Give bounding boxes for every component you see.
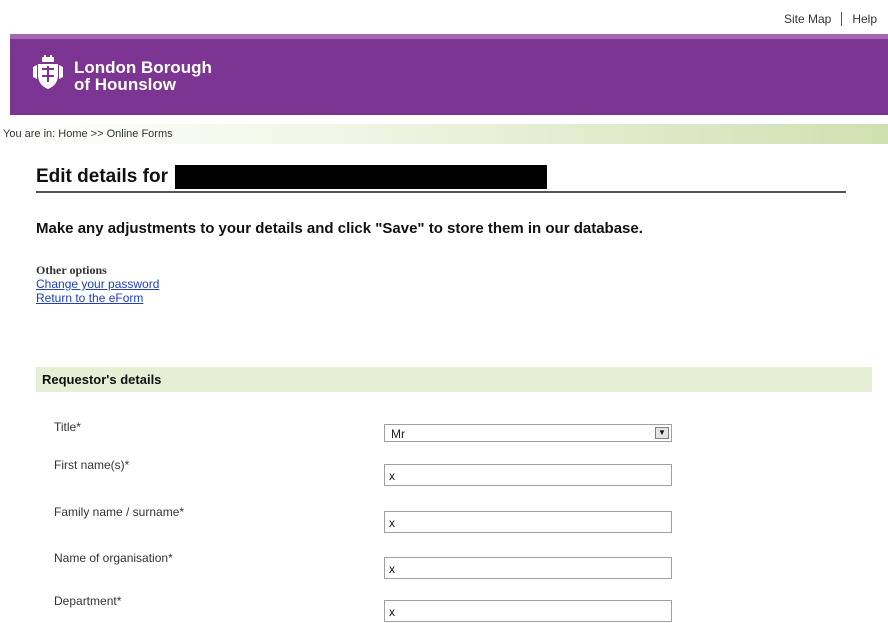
title-label: Title* (54, 420, 81, 434)
organisation-label: Name of organisation* (54, 551, 173, 565)
other-options: Other options Change your password Retur… (36, 263, 159, 305)
form-row-department: Department* x (54, 594, 674, 622)
breadcrumb-current: Online Forms (106, 128, 173, 140)
utility-links: Site Map Help (784, 12, 877, 26)
section-header-requestor: Requestor's details (36, 367, 872, 392)
form-row-family-name: Family name / surname* x (54, 505, 674, 533)
breadcrumb: You are in: Home >> Online Forms (0, 124, 888, 144)
family-name-label: Family name / surname* (54, 505, 185, 519)
form-row-title: Title* Mr ▼ (54, 420, 674, 444)
change-password-link[interactable]: Change your password (36, 277, 159, 291)
first-name-input[interactable]: x (384, 464, 672, 486)
first-name-label: First name(s)* (54, 458, 130, 472)
instructions-text: Make any adjustments to your details and… (36, 220, 643, 237)
family-name-input[interactable]: x (384, 511, 672, 533)
council-name[interactable]: London Borough of Hounslow (74, 59, 212, 93)
site-map-link[interactable]: Site Map (784, 12, 831, 26)
breadcrumb-home-link[interactable]: Home (58, 128, 87, 140)
redacted-name (174, 165, 547, 189)
borough-crest-icon[interactable] (32, 55, 64, 91)
organisation-input[interactable]: x (384, 557, 672, 579)
council-name-line2: of Hounslow (74, 75, 176, 94)
dropdown-arrow-icon[interactable]: ▼ (655, 427, 669, 439)
header-banner: London Borough of Hounslow (10, 39, 888, 115)
department-label: Department* (54, 594, 122, 608)
form-row-first-name: First name(s)* x (54, 458, 674, 486)
page-title: Edit details for (36, 165, 846, 189)
council-name-line1: London Borough (74, 58, 212, 77)
title-select[interactable]: Mr ▼ (384, 424, 672, 442)
return-eform-link[interactable]: Return to the eForm (36, 291, 159, 305)
help-link[interactable]: Help (852, 12, 877, 26)
title-select-value: Mr (391, 427, 405, 441)
page-title-container: Edit details for (36, 165, 846, 193)
form-row-organisation: Name of organisation* x (54, 551, 674, 579)
utility-separator (841, 12, 843, 26)
department-input[interactable]: x (384, 600, 672, 622)
other-options-heading: Other options (36, 263, 107, 277)
page-title-text: Edit details for (36, 166, 168, 187)
breadcrumb-separator: >> (90, 128, 104, 140)
breadcrumb-prefix: You are in: (3, 128, 56, 140)
